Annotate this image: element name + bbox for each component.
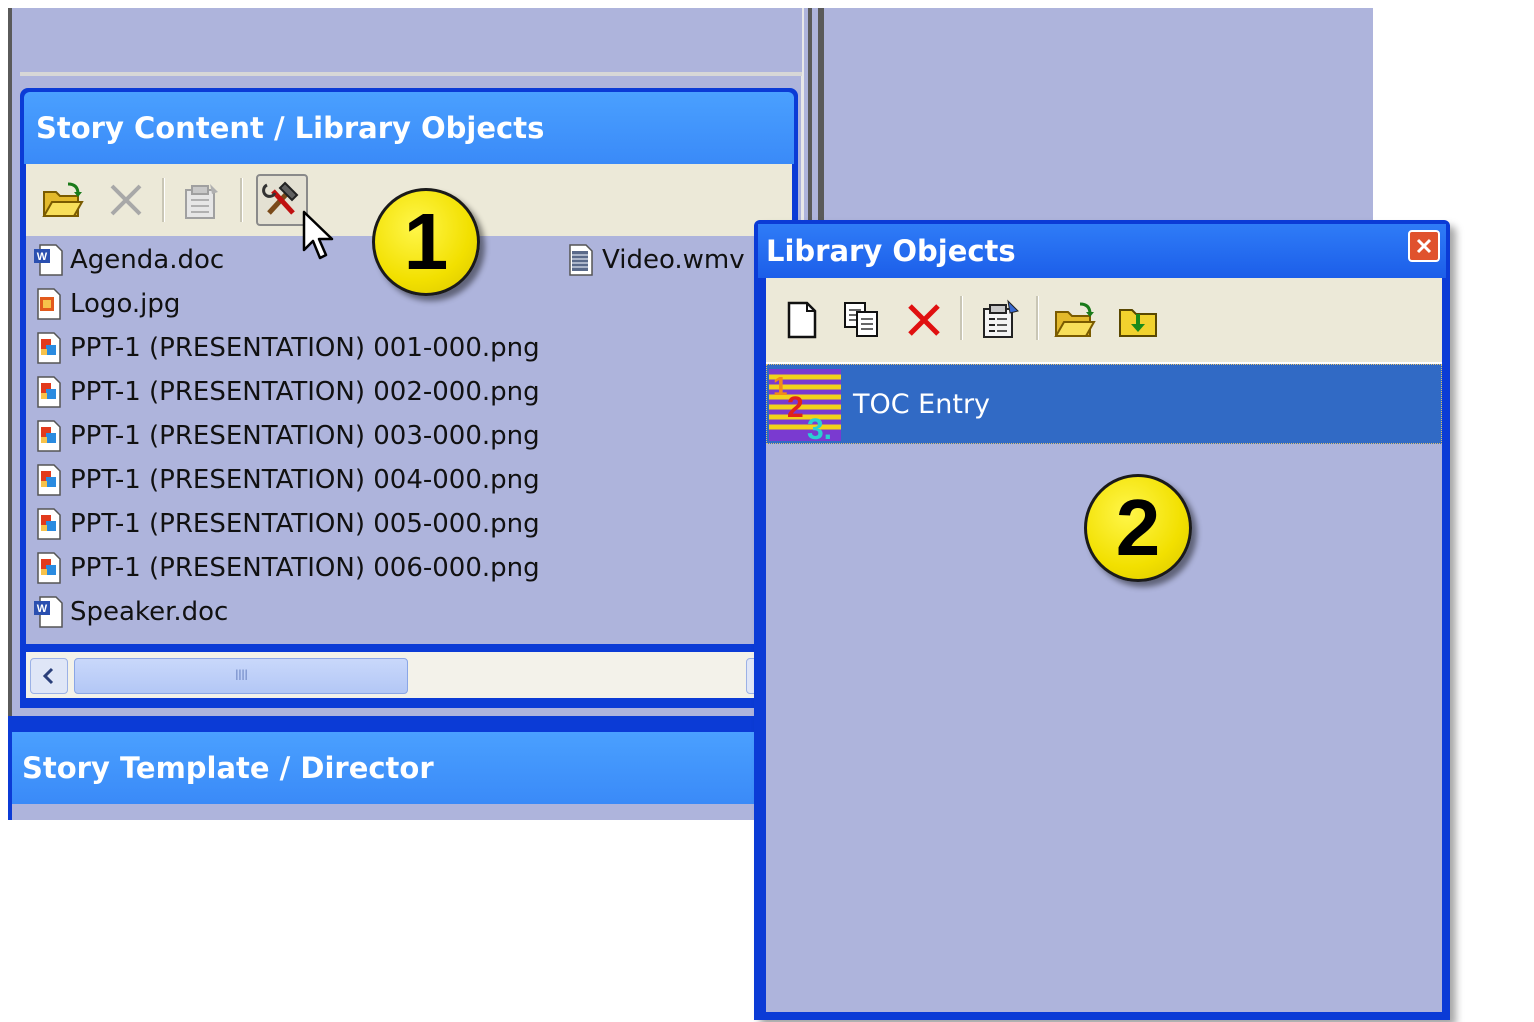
scroll-left-button[interactable]: [30, 658, 68, 694]
list-item[interactable]: Logo.jpg: [32, 284, 180, 324]
new-button[interactable]: [776, 294, 828, 346]
properties-button[interactable]: [176, 174, 228, 226]
list-item[interactable]: PPT-1 (PRESENTATION) 005-000.png: [32, 504, 540, 544]
scrollbar-thumb[interactable]: IIII: [74, 658, 408, 694]
story-content-file-list: W Agenda.doc Logo.jpg PPT-1 (PRESENTATIO…: [26, 236, 792, 644]
list-item[interactable]: PPT-1 (PRESENTATION) 003-000.png: [32, 416, 540, 456]
import-icon: [1119, 309, 1157, 337]
import-button[interactable]: [1112, 294, 1164, 346]
file-label: PPT-1 (PRESENTATION) 005-000.png: [70, 509, 540, 539]
library-objects-list: 1 2 3. TOC Entry: [766, 364, 1442, 1012]
delete-button[interactable]: [100, 174, 152, 226]
properties-button[interactable]: [974, 294, 1026, 346]
toolbar-separator: [960, 296, 963, 340]
list-item[interactable]: W Agenda.doc: [32, 240, 224, 280]
file-label: Logo.jpg: [70, 289, 181, 319]
new-icon: [787, 301, 817, 339]
properties-icon: [185, 184, 218, 219]
open-folder-button[interactable]: [1048, 294, 1100, 346]
file-label: PPT-1 (PRESENTATION) 003-000.png: [70, 421, 540, 451]
library-objects-title: Library Objects: [758, 224, 1446, 278]
svg-text:1: 1: [773, 371, 787, 401]
mouse-cursor-icon: [302, 210, 334, 260]
image-file-icon: [37, 288, 61, 320]
copy-button[interactable]: [836, 294, 888, 346]
png-file-icon: [37, 332, 61, 364]
png-file-icon: [37, 376, 61, 408]
horizontal-scrollbar[interactable]: IIII: [26, 652, 792, 698]
chevron-left-icon: [42, 667, 54, 685]
top-pane: [20, 8, 802, 76]
file-label: PPT-1 (PRESENTATION) 006-000.png: [70, 553, 540, 583]
list-item[interactable]: PPT-1 (PRESENTATION) 001-000.png: [32, 328, 540, 368]
list-item[interactable]: W Speaker.doc: [32, 592, 228, 632]
story-template-title: Story Template / Director: [12, 732, 768, 804]
library-objects-window: Library Objects 1 2 3. TOC Entry: [754, 220, 1450, 1020]
story-template-body: [12, 804, 768, 820]
open-folder-icon: [42, 182, 84, 217]
toolbar-separator: [162, 178, 165, 222]
story-template-panel: Story Template / Director: [8, 716, 768, 820]
list-item[interactable]: PPT-1 (PRESENTATION) 002-000.png: [32, 372, 540, 412]
scrollbar-grip: IIII: [234, 668, 248, 684]
library-objects-toolbar: [766, 278, 1442, 364]
word-doc-icon: W: [34, 244, 63, 276]
list-item[interactable]: PPT-1 (PRESENTATION) 006-000.png: [32, 548, 540, 588]
svg-text:W: W: [37, 603, 48, 615]
list-item[interactable]: Video.wmv: [564, 240, 745, 280]
video-file-icon: [569, 244, 593, 276]
properties-icon: [983, 299, 1019, 338]
svg-text:W: W: [37, 251, 48, 263]
png-file-icon: [37, 552, 61, 584]
svg-text:3.: 3.: [807, 413, 832, 441]
close-icon: [1416, 238, 1432, 254]
svg-text:2: 2: [787, 391, 804, 424]
list-item-toc-entry[interactable]: 1 2 3. TOC Entry: [766, 364, 1442, 444]
open-folder-button[interactable]: [36, 174, 88, 226]
file-label: Speaker.doc: [70, 597, 229, 627]
copy-icon: [844, 302, 878, 337]
list-item[interactable]: PPT-1 (PRESENTATION) 004-000.png: [32, 460, 540, 500]
tools-icon: [262, 181, 299, 215]
toc-entry-label: TOC Entry: [853, 389, 991, 420]
close-button[interactable]: [1408, 230, 1440, 262]
delete-button[interactable]: [898, 294, 950, 346]
delete-icon: [908, 304, 940, 336]
file-label: Agenda.doc: [70, 245, 225, 275]
frame-border-left: [8, 8, 12, 819]
story-content-title: Story Content / Library Objects: [24, 92, 794, 164]
png-file-icon: [37, 420, 61, 452]
toc-entry-icon: 1 2 3.: [769, 369, 841, 441]
callout-badge-1: 1: [372, 188, 480, 296]
file-label: PPT-1 (PRESENTATION) 001-000.png: [70, 333, 540, 363]
callout-badge-2: 2: [1084, 474, 1192, 582]
file-label: Video.wmv: [602, 245, 745, 275]
library-objects-button[interactable]: [256, 174, 308, 226]
toolbar-separator: [240, 178, 243, 222]
file-label: PPT-1 (PRESENTATION) 004-000.png: [70, 465, 540, 495]
delete-icon: [110, 184, 142, 216]
png-file-icon: [37, 508, 61, 540]
story-content-panel: Story Content / Library Objects W Agenda…: [20, 88, 798, 708]
toolbar-separator: [1036, 296, 1039, 340]
file-label: PPT-1 (PRESENTATION) 002-000.png: [70, 377, 540, 407]
open-folder-icon: [1054, 302, 1096, 337]
word-doc-icon: W: [34, 596, 63, 628]
png-file-icon: [37, 464, 61, 496]
